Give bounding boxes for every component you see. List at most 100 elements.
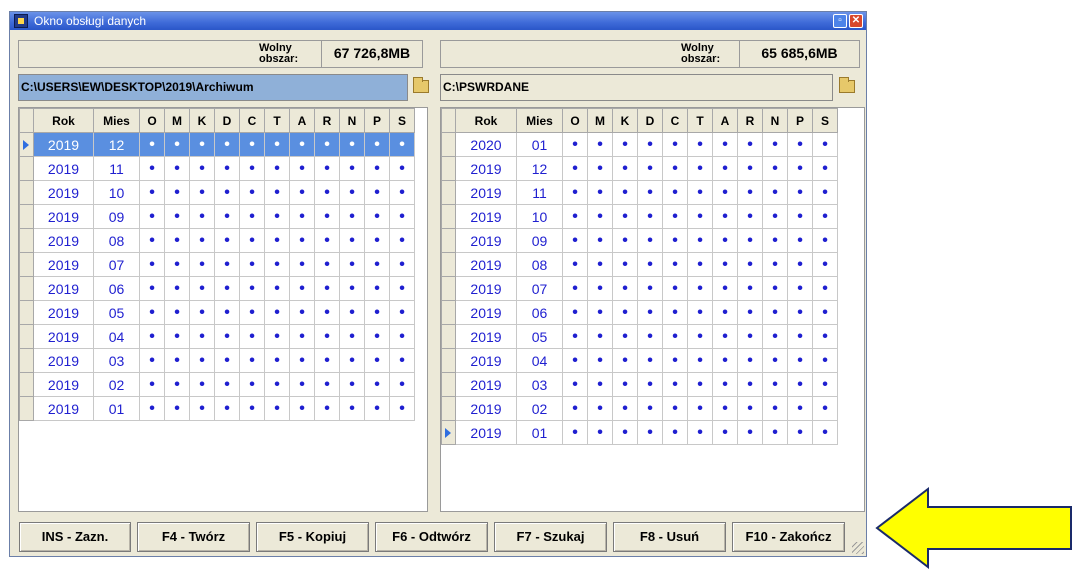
status-dot-cell[interactable]: • — [239, 156, 265, 181]
status-dot-cell[interactable]: • — [189, 228, 215, 253]
status-dot-cell[interactable]: • — [762, 372, 788, 397]
status-dot-cell[interactable]: • — [737, 324, 763, 349]
status-dot-cell[interactable]: • — [214, 300, 240, 325]
table-row[interactable]: 2019 11 • • • • • • • • • • • — [19, 156, 415, 181]
f8-delete-button[interactable]: F8 - Usuń — [613, 522, 726, 552]
status-dot-cell[interactable]: • — [364, 204, 390, 229]
status-dot-cell[interactable]: • — [214, 348, 240, 373]
status-dot-cell[interactable]: • — [139, 132, 165, 157]
status-dot-cell[interactable]: • — [712, 324, 738, 349]
status-dot-cell[interactable]: • — [562, 348, 588, 373]
status-dot-cell[interactable]: • — [737, 204, 763, 229]
status-dot-cell[interactable]: • — [189, 204, 215, 229]
status-dot-cell[interactable]: • — [637, 132, 663, 157]
status-dot-cell[interactable]: • — [189, 396, 215, 421]
status-dot-cell[interactable]: • — [662, 300, 688, 325]
status-dot-cell[interactable]: • — [737, 252, 763, 277]
status-dot-cell[interactable]: • — [562, 276, 588, 301]
column-header-d[interactable]: D — [637, 108, 663, 133]
status-dot-cell[interactable]: • — [762, 156, 788, 181]
status-dot-cell[interactable]: • — [164, 228, 190, 253]
status-dot-cell[interactable]: • — [812, 228, 838, 253]
column-header-s[interactable]: S — [812, 108, 838, 133]
status-dot-cell[interactable]: • — [389, 324, 415, 349]
status-dot-cell[interactable]: • — [612, 156, 638, 181]
status-dot-cell[interactable]: • — [189, 324, 215, 349]
left-path-field[interactable]: C:\USERS\EW\DESKTOP\2019\Archiwum — [18, 74, 408, 101]
status-dot-cell[interactable]: • — [812, 252, 838, 277]
status-dot-cell[interactable]: • — [712, 228, 738, 253]
status-dot-cell[interactable]: • — [189, 156, 215, 181]
status-dot-cell[interactable]: • — [812, 348, 838, 373]
table-row[interactable]: 2019 02 • • • • • • • • • • • — [441, 396, 838, 421]
status-dot-cell[interactable]: • — [562, 204, 588, 229]
status-dot-cell[interactable]: • — [762, 324, 788, 349]
status-dot-cell[interactable]: • — [812, 180, 838, 205]
status-dot-cell[interactable]: • — [389, 204, 415, 229]
status-dot-cell[interactable]: • — [662, 372, 688, 397]
status-dot-cell[interactable]: • — [662, 228, 688, 253]
column-header-m[interactable]: M — [164, 108, 190, 133]
status-dot-cell[interactable]: • — [314, 300, 340, 325]
column-header-n[interactable]: N — [339, 108, 365, 133]
status-dot-cell[interactable]: • — [339, 324, 365, 349]
table-row[interactable]: 2019 01 • • • • • • • • • • • — [19, 396, 415, 421]
table-row[interactable]: 2019 07 • • • • • • • • • • • — [441, 276, 838, 301]
table-row[interactable]: 2019 06 • • • • • • • • • • • — [19, 276, 415, 301]
status-dot-cell[interactable]: • — [812, 276, 838, 301]
table-row[interactable]: 2019 05 • • • • • • • • • • • — [441, 324, 838, 349]
status-dot-cell[interactable]: • — [587, 420, 613, 445]
row-indicator[interactable] — [441, 156, 456, 181]
column-header-c[interactable]: C — [239, 108, 265, 133]
status-dot-cell[interactable]: • — [612, 348, 638, 373]
row-indicator[interactable] — [441, 420, 456, 445]
column-header-k[interactable]: K — [189, 108, 215, 133]
status-dot-cell[interactable]: • — [612, 252, 638, 277]
status-dot-cell[interactable]: • — [562, 372, 588, 397]
column-header-r[interactable]: R — [737, 108, 763, 133]
status-dot-cell[interactable]: • — [787, 300, 813, 325]
row-indicator[interactable] — [441, 372, 456, 397]
table-row[interactable]: 2019 04 • • • • • • • • • • • — [441, 348, 838, 373]
status-dot-cell[interactable]: • — [712, 300, 738, 325]
status-dot-cell[interactable]: • — [364, 396, 390, 421]
status-dot-cell[interactable]: • — [787, 156, 813, 181]
row-indicator[interactable] — [19, 300, 34, 325]
status-dot-cell[interactable]: • — [787, 396, 813, 421]
status-dot-cell[interactable]: • — [339, 396, 365, 421]
status-dot-cell[interactable]: • — [812, 300, 838, 325]
status-dot-cell[interactable]: • — [737, 348, 763, 373]
status-dot-cell[interactable]: • — [587, 372, 613, 397]
status-dot-cell[interactable]: • — [189, 252, 215, 277]
close-icon[interactable]: ✕ — [849, 14, 863, 28]
status-dot-cell[interactable]: • — [737, 276, 763, 301]
f7-search-button[interactable]: F7 - Szukaj — [494, 522, 607, 552]
status-dot-cell[interactable]: • — [314, 324, 340, 349]
status-dot-cell[interactable]: • — [214, 276, 240, 301]
status-dot-cell[interactable]: • — [314, 204, 340, 229]
row-indicator[interactable] — [441, 228, 456, 253]
status-dot-cell[interactable]: • — [314, 228, 340, 253]
status-dot-cell[interactable]: • — [139, 396, 165, 421]
status-dot-cell[interactable]: • — [787, 228, 813, 253]
status-dot-cell[interactable]: • — [712, 420, 738, 445]
status-dot-cell[interactable]: • — [289, 252, 315, 277]
status-dot-cell[interactable]: • — [562, 324, 588, 349]
status-dot-cell[interactable]: • — [737, 180, 763, 205]
status-dot-cell[interactable]: • — [289, 372, 315, 397]
column-header-o[interactable]: O — [562, 108, 588, 133]
status-dot-cell[interactable]: • — [662, 204, 688, 229]
status-dot-cell[interactable]: • — [264, 372, 290, 397]
table-row[interactable]: 2019 12 • • • • • • • • • • • — [441, 156, 838, 181]
maximize-icon[interactable]: ▫ — [833, 14, 847, 28]
status-dot-cell[interactable]: • — [239, 132, 265, 157]
status-dot-cell[interactable]: • — [364, 132, 390, 157]
table-row[interactable]: 2019 06 • • • • • • • • • • • — [441, 300, 838, 325]
status-dot-cell[interactable]: • — [637, 348, 663, 373]
status-dot-cell[interactable]: • — [662, 156, 688, 181]
status-dot-cell[interactable]: • — [139, 348, 165, 373]
column-header-d[interactable]: D — [214, 108, 240, 133]
status-dot-cell[interactable]: • — [339, 348, 365, 373]
status-dot-cell[interactable]: • — [687, 228, 713, 253]
row-indicator[interactable] — [19, 324, 34, 349]
